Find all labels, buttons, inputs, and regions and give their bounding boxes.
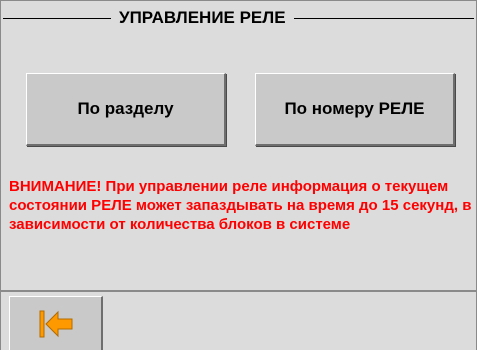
warning-message: ВНИМАНИЕ! При управлении реле информация… xyxy=(9,178,472,233)
bottom-toolbar xyxy=(1,290,476,350)
by-section-button[interactable]: По разделу xyxy=(26,73,226,146)
panel-title: УПРАВЛЕНИЕ РЕЛЕ xyxy=(111,7,294,29)
by-relay-number-button[interactable]: По номеру РЕЛЕ xyxy=(255,73,455,146)
back-button[interactable] xyxy=(9,296,103,350)
relay-control-panel: УПРАВЛЕНИЕ РЕЛЕ По разделу По номеру РЕЛ… xyxy=(0,0,477,350)
back-to-start-icon xyxy=(39,310,73,338)
